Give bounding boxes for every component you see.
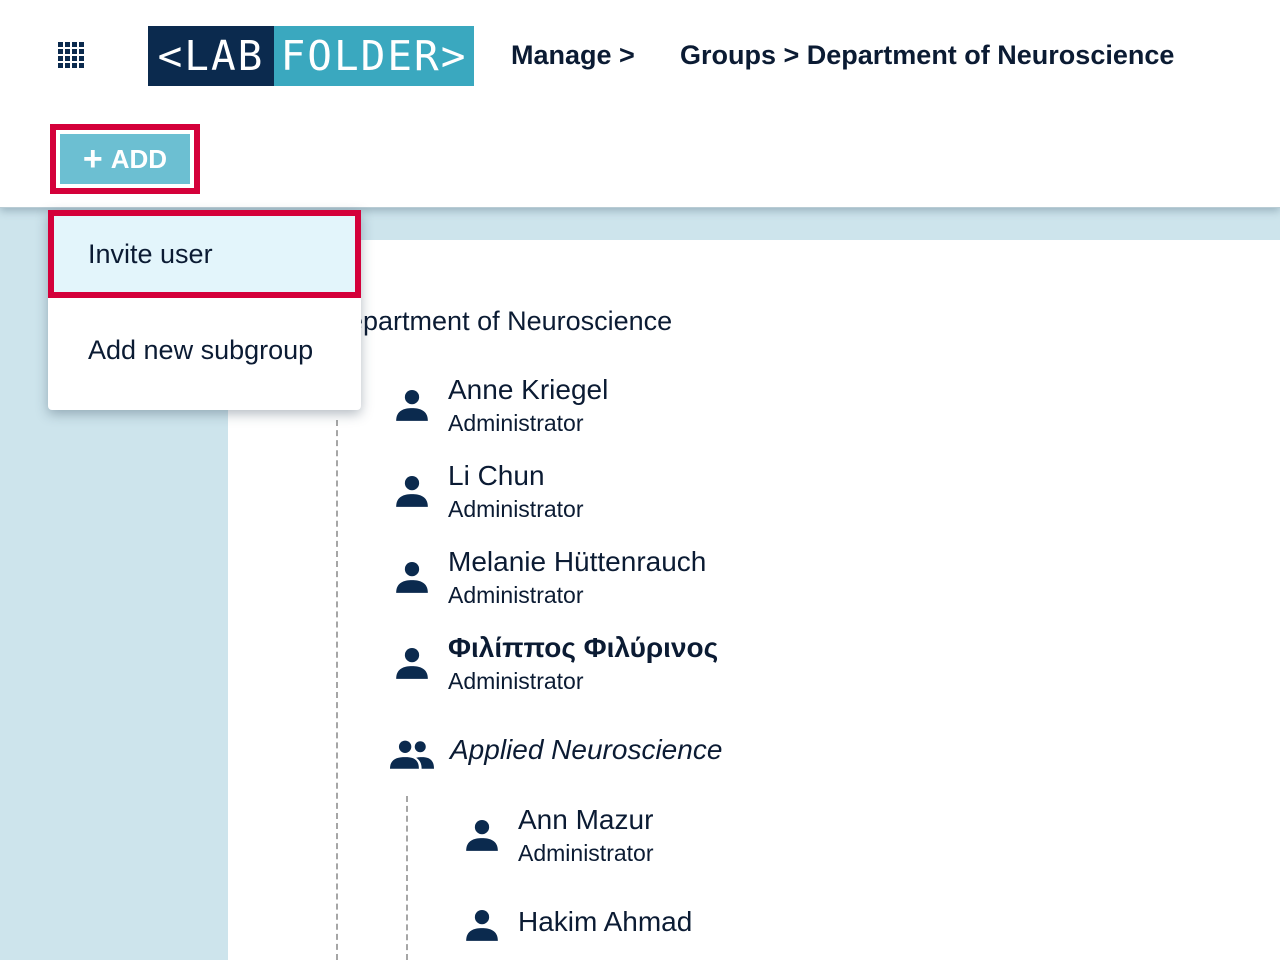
member-role: Administrator (518, 840, 654, 866)
add-button-label: ADD (110, 143, 168, 174)
member-role: Administrator (448, 496, 584, 522)
breadcrumb-manage[interactable]: Manage > (511, 40, 635, 71)
member-name: Hakim Ahmad (518, 906, 693, 937)
person-icon (396, 647, 428, 679)
group-title: epartment of Neuroscience (348, 306, 673, 336)
group-icon (390, 740, 434, 769)
labfolder-logo[interactable]: <LAB FOLDER> (148, 26, 474, 86)
member-role: Administrator (448, 668, 584, 694)
person-icon (396, 561, 428, 593)
person-icon (466, 819, 498, 851)
subgroup-name: Applied Neuroscience (450, 734, 723, 765)
member-name: Melanie Hüttenrauch (448, 546, 707, 577)
menu-item-add-subgroup[interactable]: Add new subgroup (48, 310, 361, 390)
breadcrumb-groups[interactable]: Groups > Department of Neuroscience (680, 40, 1174, 71)
menu-item-invite-user[interactable]: Invite user (48, 210, 361, 298)
tree-line-subgroup (406, 796, 408, 960)
logo-right-part: FOLDER> (274, 26, 474, 86)
person-icon (396, 389, 428, 421)
apps-grid-icon[interactable] (58, 42, 86, 70)
member-role: Administrator (448, 410, 584, 436)
member-name: Anne Kriegel (448, 374, 609, 405)
member-name: Φιλίππος Φιλύρινος (448, 632, 719, 663)
member-role: Administrator (448, 582, 584, 608)
add-dropdown-menu: Invite user Add new subgroup (48, 210, 361, 410)
person-icon (466, 909, 498, 941)
member-name: Li Chun (448, 460, 545, 491)
add-button[interactable]: + ADD (60, 134, 190, 184)
plus-icon: + (82, 140, 103, 178)
person-icon (396, 475, 428, 507)
logo-left-part: <LAB (148, 26, 274, 86)
group-content-card: epartment of Neuroscience Anne Kriegel A… (228, 240, 1280, 960)
member-name: Ann Mazur (518, 804, 654, 835)
tree-line-main (336, 420, 338, 960)
